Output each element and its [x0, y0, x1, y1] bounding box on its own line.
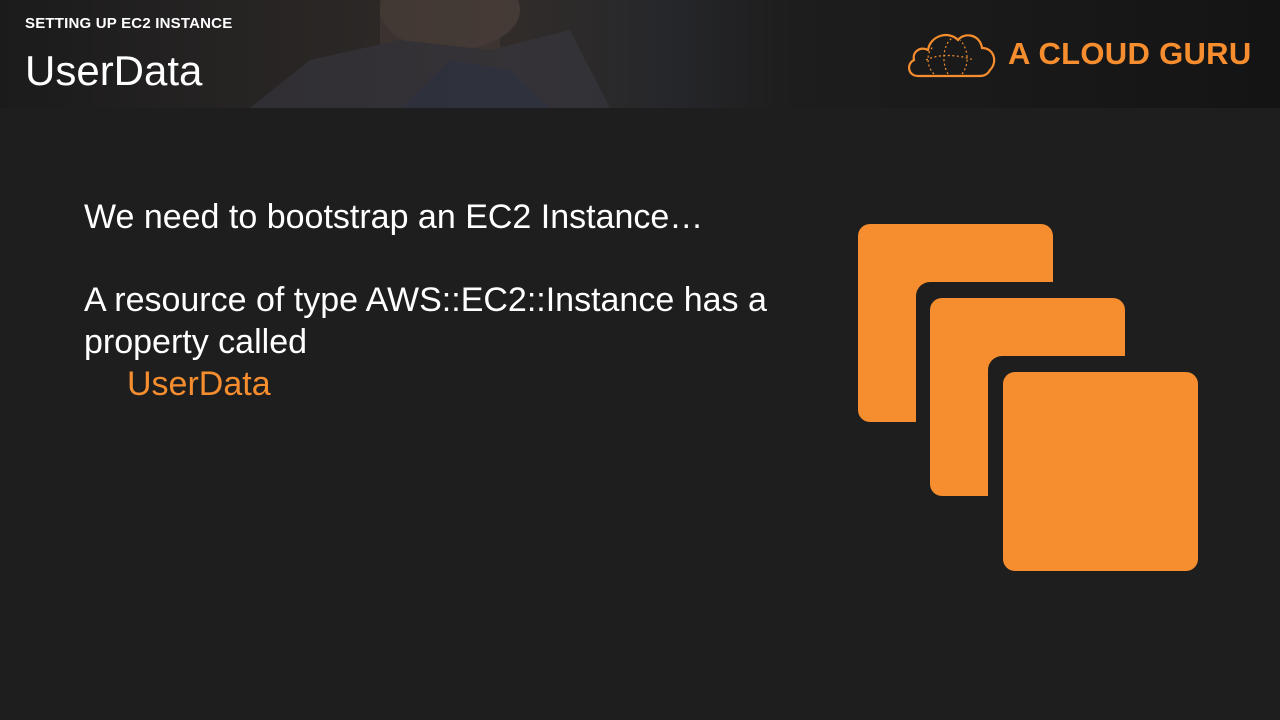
ec2-instances-icon — [856, 222, 1200, 574]
userdata-highlight: UserData — [127, 365, 271, 403]
cloud-logo-icon — [904, 26, 998, 82]
slide-body: We need to bootstrap an EC2 Instance… A … — [84, 196, 804, 405]
section-label: SETTING UP EC2 INSTANCE — [25, 15, 233, 32]
slide: SETTING UP EC2 INSTANCE UserData A CLOUD… — [0, 0, 1280, 720]
body-line-bootstrap: We need to bootstrap an EC2 Instance… — [84, 198, 704, 236]
slide-header: SETTING UP EC2 INSTANCE UserData A CLOUD… — [0, 0, 1280, 108]
page-title: UserData — [25, 47, 203, 94]
presenter-photo-background — [250, 0, 810, 108]
brand-name: A CLOUD GURU — [1008, 36, 1252, 71]
brand-logo: A CLOUD GURU — [904, 26, 1251, 82]
body-line-resource: A resource of type AWS::EC2::Instance ha… — [84, 281, 767, 361]
